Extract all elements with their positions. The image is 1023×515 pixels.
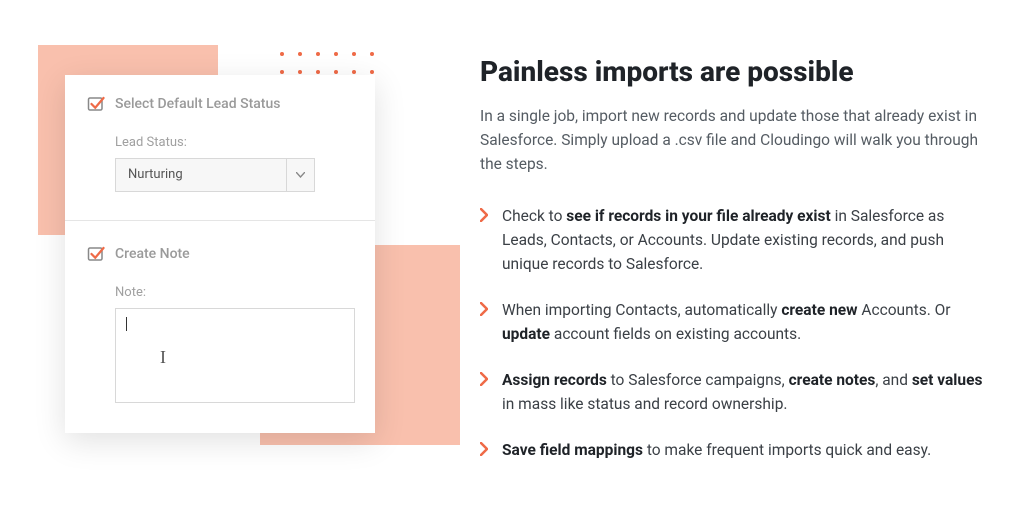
divider	[65, 220, 375, 221]
section-heading: Painless imports are possible	[480, 55, 983, 88]
checkbox-checked-icon[interactable]	[87, 245, 105, 263]
caret-down-icon	[286, 159, 314, 191]
bullet-item: Save field mappings to make frequent imp…	[480, 438, 983, 462]
chevron-right-icon	[480, 372, 488, 386]
text-caret	[126, 317, 127, 331]
section-title: Create Note	[115, 246, 190, 262]
bullet-item: Check to see if records in your file alr…	[480, 204, 983, 276]
checkbox-checked-icon[interactable]	[87, 95, 105, 113]
chevron-right-icon	[480, 208, 488, 222]
chevron-right-icon	[480, 442, 488, 456]
form-card: Select Default Lead Status Lead Status: …	[65, 75, 375, 433]
section-title: Select Default Lead Status	[115, 96, 280, 112]
field-label: Lead Status:	[115, 135, 353, 150]
select-value: Nurturing	[116, 159, 286, 191]
text-cursor-icon: I	[160, 347, 166, 368]
note-textarea[interactable]: I	[115, 308, 355, 403]
intro-paragraph: In a single job, import new records and …	[480, 104, 983, 176]
chevron-right-icon	[480, 302, 488, 316]
bullet-item: When importing Contacts, automatically c…	[480, 298, 983, 346]
bullet-item: Assign records to Salesforce campaigns, …	[480, 368, 983, 416]
lead-status-select[interactable]: Nurturing	[115, 158, 315, 192]
field-label: Note:	[115, 285, 353, 300]
